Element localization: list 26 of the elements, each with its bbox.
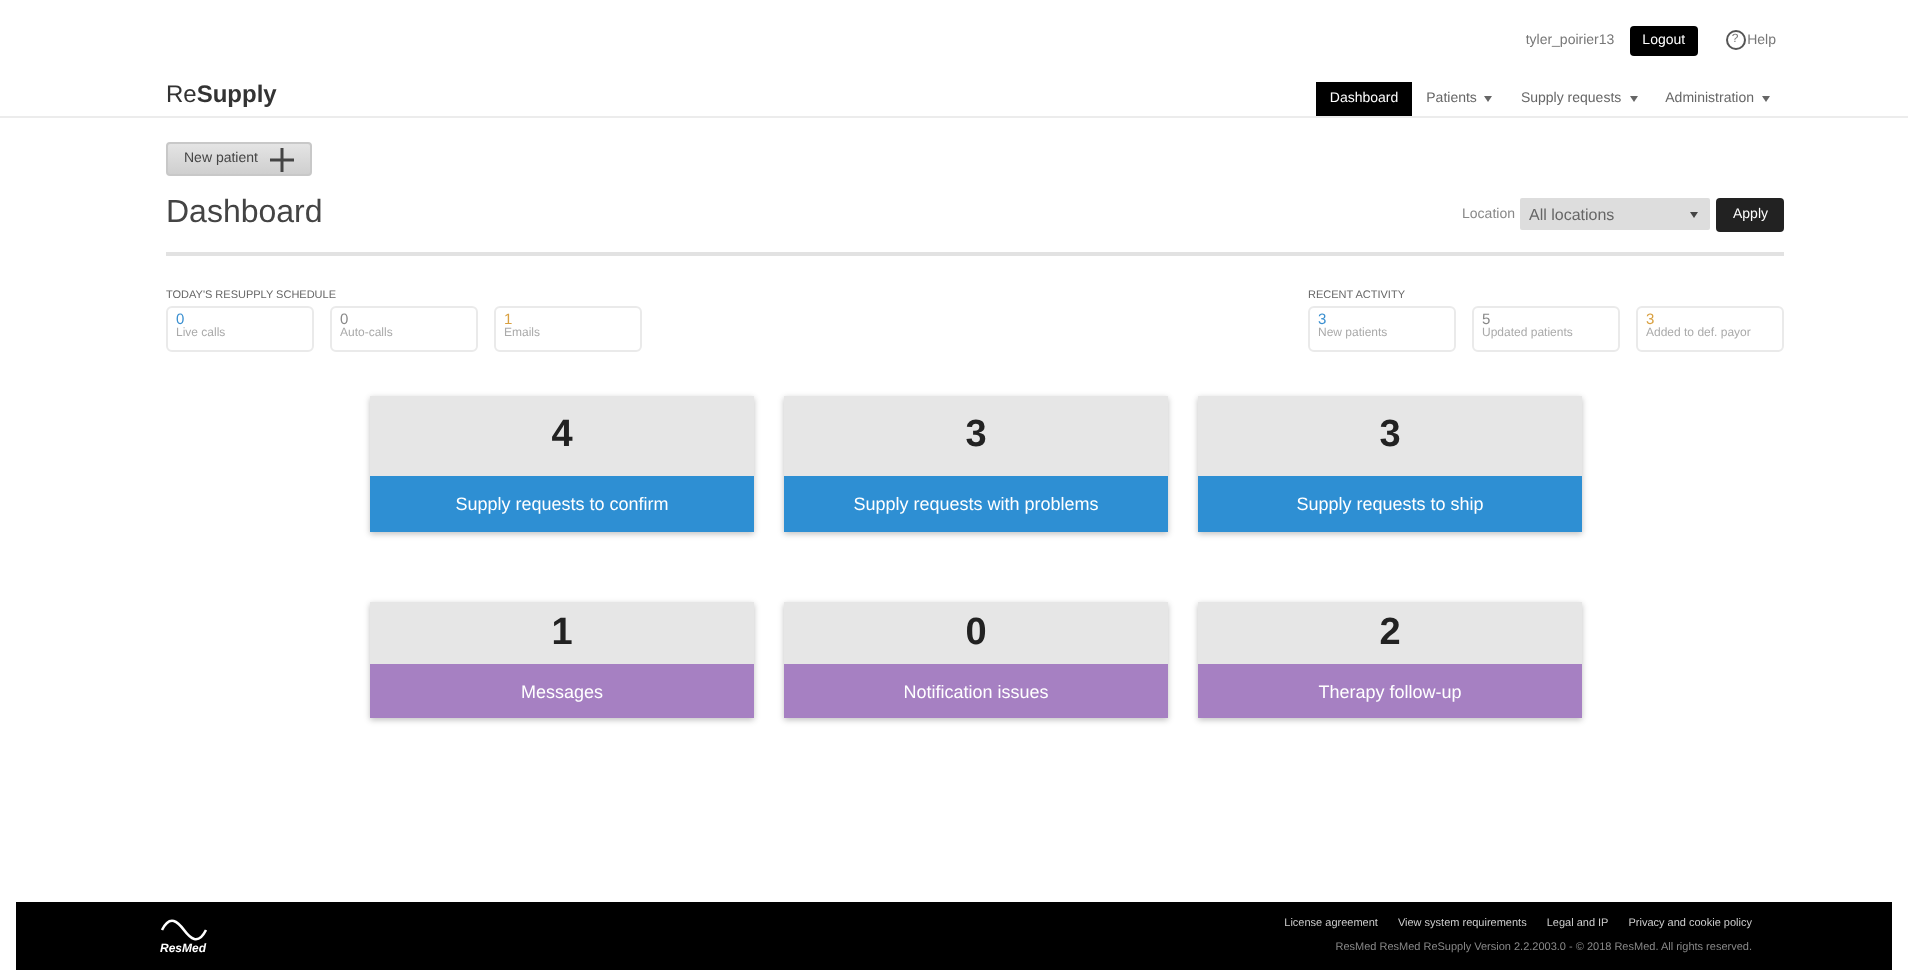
dashboard-tile[interactable]: 3 Supply requests with problems — [784, 396, 1168, 532]
page-title: Dashboard — [166, 196, 323, 232]
plus-icon — [269, 147, 294, 171]
dashboard-tile[interactable]: 0 Notification issues — [784, 602, 1168, 718]
dashboard-tile[interactable]: 3 Supply requests to ship — [1198, 396, 1582, 532]
tile-count: 4 — [370, 396, 754, 476]
tile-count: 3 — [1198, 396, 1582, 476]
dashboard-tile[interactable]: 2 Therapy follow-up — [1198, 602, 1582, 718]
tile-count: 2 — [1198, 602, 1582, 664]
caret-icon — [1484, 96, 1493, 102]
tile-label: Supply requests to confirm — [370, 476, 754, 532]
caret-icon — [1629, 96, 1638, 102]
tile-label: Notification issues — [784, 664, 1168, 718]
location-dropdown[interactable]: All locations — [1520, 198, 1711, 230]
brand-logo[interactable]: ReSupply — [166, 80, 277, 116]
tile-label: Messages — [370, 664, 754, 718]
dashboard-tile[interactable]: 4 Supply requests to confirm — [370, 396, 754, 532]
tile-label: Supply requests with problems — [784, 476, 1168, 532]
tile-count: 0 — [784, 602, 1168, 664]
wave-icon — [160, 917, 208, 941]
caret-icon — [1762, 96, 1770, 102]
tile-count: 3 — [784, 396, 1168, 476]
tile-label: Therapy follow-up — [1198, 664, 1582, 718]
tile-label: Supply requests to ship — [1198, 476, 1582, 532]
tile-count: 1 — [370, 602, 754, 664]
dashboard-tile[interactable]: 1 Messages — [370, 602, 754, 718]
